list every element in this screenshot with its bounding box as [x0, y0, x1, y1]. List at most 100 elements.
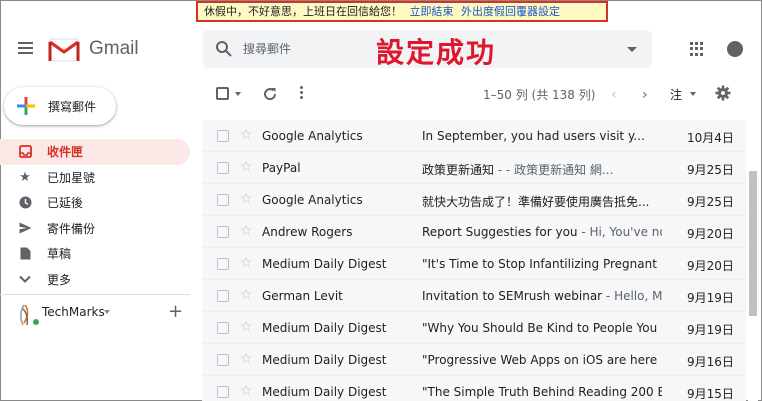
email-date: 9月25日 [687, 163, 734, 177]
row-checkbox[interactable] [217, 130, 229, 142]
compose-button[interactable]: 撰寫郵件 [4, 87, 116, 125]
email-subject-line: 政策更新通知 - - 政策更新通知 網... [422, 161, 662, 178]
email-date: 9月25日 [687, 195, 734, 209]
email-date: 9月16日 [687, 355, 734, 369]
email-row[interactable]: ☆ Google Analytics In September, you had u… [202, 120, 746, 152]
email-row[interactable]: ☆ German Levit Invitation to SEMrush webin… [202, 280, 746, 312]
sidebar-item-label: 更多 [47, 272, 72, 287]
more-options-icon[interactable] [300, 86, 304, 102]
sidebar-item-drafts[interactable]: 草稿 [0, 241, 190, 267]
select-options-chevron-icon[interactable] [235, 92, 241, 96]
email-row[interactable]: ☆ Medium Daily Digest "Why You Should Be K… [202, 312, 746, 344]
email-sender: Medium Daily Digest [262, 321, 387, 335]
row-checkbox[interactable] [217, 290, 229, 302]
search-icon[interactable] [215, 40, 233, 58]
previous-page-icon[interactable]: ‹ [611, 87, 617, 103]
row-checkbox[interactable] [217, 226, 229, 238]
row-checkbox[interactable] [217, 354, 229, 366]
settings-gear-icon[interactable] [715, 85, 731, 101]
email-date: 9月15日 [687, 387, 734, 401]
email-sender: Medium Daily Digest [262, 385, 387, 399]
sidebar-item-more[interactable]: 更多 [0, 267, 190, 293]
star-icon[interactable]: ☆ [240, 383, 253, 399]
star-icon[interactable]: ☆ [240, 191, 253, 207]
vacation-message: 休假中，不好意思，上班日在回信給您！ [204, 5, 402, 18]
email-row[interactable]: ☆ PayPal 政策更新通知 - - 政策更新通知 網... 9月25日 [202, 152, 746, 184]
select-all-checkbox[interactable] [216, 87, 229, 100]
email-subject: Report Suggesties for you [422, 225, 578, 239]
add-contact-icon[interactable]: + [168, 301, 183, 322]
row-checkbox[interactable] [217, 258, 229, 270]
vacation-settings-link[interactable]: 外出度假回覆器設定 [461, 5, 560, 18]
online-status-icon [32, 318, 40, 326]
account-avatar[interactable] [727, 41, 743, 57]
star-icon[interactable]: ☆ [240, 223, 253, 239]
input-tools-dropdown-icon[interactable] [690, 92, 696, 96]
email-sender: German Levit [262, 289, 343, 303]
apps-grid-icon[interactable] [690, 42, 704, 56]
row-checkbox[interactable] [217, 194, 229, 206]
success-overlay-title: 設定成功 [376, 36, 497, 69]
end-vacation-link[interactable]: 立即結束 [410, 5, 454, 18]
search-input[interactable] [243, 37, 363, 61]
email-date: 9月19日 [687, 291, 734, 305]
email-row[interactable]: ☆ Medium Daily Digest "It's Time to Stop I… [202, 248, 746, 280]
sidebar-item-label: 已加星號 [47, 170, 96, 185]
sidebar-item-snoozed[interactable]: 已延後 [0, 190, 190, 216]
email-subject-line: "Progressive Web Apps on iOS are here [422, 353, 662, 367]
send-icon [18, 221, 32, 235]
row-checkbox[interactable] [217, 322, 229, 334]
chevron-down-icon [18, 272, 32, 286]
email-row[interactable]: ☆ Google Analytics 就快大功告成了！準備好要使用廣告抵免... 9月… [202, 184, 746, 216]
star-icon[interactable]: ☆ [240, 255, 253, 271]
email-snippet: - Hi, You've not... [581, 225, 662, 239]
email-snippet: - - 政策更新通知 網... [494, 163, 614, 177]
pagination-info: 1–50 列 (共 138 列) [483, 88, 596, 102]
star-icon[interactable]: ☆ [240, 351, 253, 367]
star-icon[interactable]: ☆ [240, 287, 253, 303]
email-row[interactable]: ☆ Medium Daily Digest "Progressive Web App… [202, 344, 746, 376]
account-dropdown-icon[interactable] [104, 310, 110, 314]
account-name: TechMarks [42, 305, 105, 319]
email-subject: 政策更新通知 [422, 163, 495, 177]
clock-icon [18, 196, 32, 210]
row-checkbox[interactable] [217, 386, 229, 398]
next-page-icon[interactable]: › [642, 87, 648, 103]
star-icon: ★ [19, 169, 31, 185]
email-sender: Google Analytics [262, 193, 363, 207]
star-icon[interactable]: ☆ [240, 159, 253, 175]
sidebar-item-inbox[interactable]: 收件匣 [0, 139, 190, 165]
sidebar-item-label: 收件匣 [47, 145, 84, 160]
draft-icon [18, 247, 32, 261]
email-sender: Google Analytics [262, 129, 363, 143]
email-subject: "Progressive Web Apps on iOS are here [422, 353, 658, 367]
search-options-caret-icon[interactable] [627, 47, 637, 52]
email-subject: In September, you had users visit y... [422, 129, 645, 143]
sidebar-item-starred[interactable]: ★ 已加星號 [0, 165, 190, 191]
list-scrollbar[interactable] [748, 120, 758, 401]
input-tools-button[interactable]: 注 [670, 86, 682, 103]
email-subject-line: 就快大功告成了！準備好要使用廣告抵免... [422, 193, 662, 210]
vacation-banner: 休假中，不好意思，上班日在回信給您！ 立即結束 外出度假回覆器設定 [196, 1, 608, 22]
sidebar-item-sent[interactable]: 寄件備份 [0, 216, 190, 242]
scrollbar-thumb[interactable] [749, 171, 757, 316]
email-row[interactable]: ☆ Medium Daily Digest "The Simple Truth Be… [202, 376, 746, 401]
main-menu-icon[interactable] [18, 42, 33, 54]
hangouts-account[interactable]: TechMarks + [16, 301, 196, 327]
refresh-icon[interactable] [262, 86, 278, 102]
email-row[interactable]: ☆ Andrew Rogers Report Suggesties for you … [202, 216, 746, 248]
email-subject-line: "It's Time to Stop Infantilizing Pregnan… [422, 257, 662, 271]
star-icon[interactable]: ☆ [240, 127, 253, 143]
email-sender: PayPal [262, 161, 301, 175]
sidebar-divider [0, 294, 190, 295]
email-subject-line: "The Simple Truth Behind Reading 200 B [422, 385, 662, 399]
sidebar-item-label: 已延後 [47, 196, 84, 211]
email-subject-line: In September, you had users visit y... [422, 129, 662, 143]
compose-label: 撰寫郵件 [48, 100, 97, 114]
sidebar-item-label: 草稿 [47, 247, 72, 262]
email-subject-line: Invitation to SEMrush webinar - Hello, M… [422, 289, 662, 303]
star-icon[interactable]: ☆ [240, 319, 253, 335]
row-checkbox[interactable] [217, 162, 229, 174]
gmail-logo-icon [48, 38, 80, 62]
email-subject-line: Report Suggesties for you - Hi, You've n… [422, 225, 662, 239]
